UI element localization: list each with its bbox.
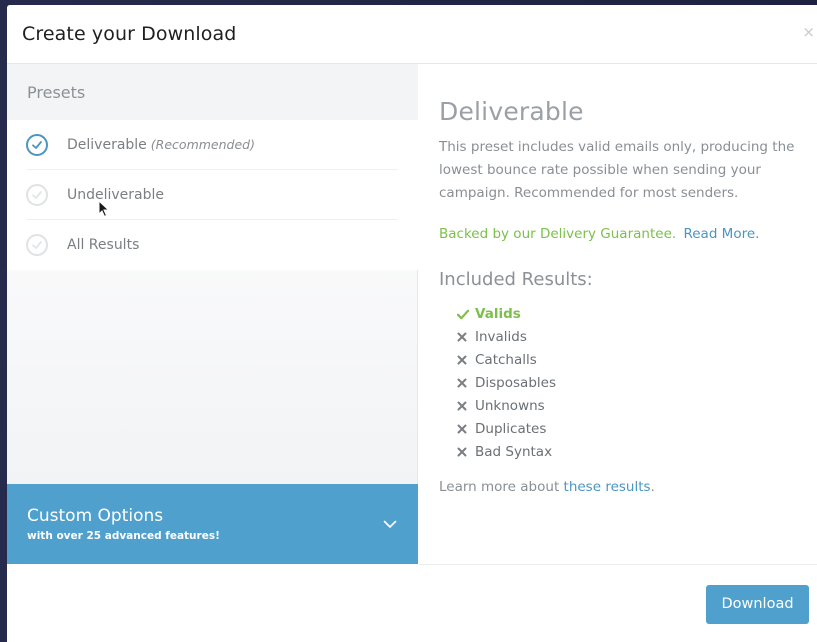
- result-label: Catchalls: [475, 352, 537, 368]
- these-results-link[interactable]: these results: [564, 479, 651, 495]
- close-icon[interactable]: ×: [802, 23, 815, 41]
- result-label: Duplicates: [475, 421, 547, 437]
- left-footer: [7, 564, 418, 642]
- x-icon: [457, 447, 467, 457]
- delivery-guarantee: Backed by our Delivery Guarantee. Read M…: [439, 226, 759, 242]
- result-label: Invalids: [475, 329, 527, 345]
- preset-label-text: All Results: [67, 237, 140, 253]
- preset-list: Deliverable(Recommended) Undeliverable: [7, 120, 418, 270]
- create-download-modal: Create your Download × Presets Deliverab…: [7, 5, 817, 642]
- learn-more-suffix: .: [650, 479, 655, 495]
- custom-options-subtitle: with over 25 advanced features!: [27, 530, 220, 542]
- presets-title: Presets: [27, 83, 86, 102]
- x-icon: [457, 378, 467, 388]
- x-icon: [457, 401, 467, 411]
- download-button[interactable]: Download: [706, 585, 809, 624]
- check-icon: [457, 309, 469, 320]
- result-item-valids: Valids: [457, 304, 757, 327]
- preset-label-text: Undeliverable: [67, 187, 165, 203]
- learn-more-text: Learn more about these results.: [439, 479, 655, 495]
- modal-title: Create your Download: [22, 23, 237, 45]
- custom-options-title: Custom Options: [27, 506, 164, 526]
- presets-panel: Presets Deliverable (Recommended) Undeli…: [7, 64, 418, 484]
- custom-options-toggle[interactable]: Custom Options with over 25 advanced fea…: [7, 484, 418, 564]
- result-item-disposables: Disposables: [457, 373, 757, 396]
- result-label: Unknowns: [475, 398, 545, 414]
- presets-header: Presets: [7, 64, 418, 120]
- result-item-duplicates: Duplicates: [457, 419, 757, 442]
- preset-label: All Results: [67, 237, 139, 253]
- modal-header: Create your Download ×: [7, 5, 817, 64]
- preset-label: Undeliverable: [67, 187, 164, 203]
- x-icon: [457, 424, 467, 434]
- preset-item-deliverable[interactable]: Deliverable (Recommended): [7, 120, 418, 170]
- x-icon: [457, 332, 467, 342]
- result-item-invalids: Invalids: [457, 327, 757, 350]
- chevron-down-icon: [383, 520, 397, 528]
- detail-description: This preset includes valid emails only, …: [439, 139, 795, 201]
- preset-item-undeliverable[interactable]: Undeliverable: [7, 170, 418, 220]
- modal-footer: Download: [419, 564, 817, 642]
- result-item-bad-syntax: Bad Syntax: [457, 442, 757, 465]
- result-item-catchalls: Catchalls: [457, 350, 757, 373]
- check-circle-icon: [26, 184, 48, 206]
- check-circle-icon: [26, 134, 48, 156]
- recommended-note: (Recommended): [150, 137, 255, 152]
- result-label: Bad Syntax: [475, 444, 553, 460]
- result-item-unknowns: Unknowns: [457, 396, 757, 419]
- check-circle-icon: [26, 234, 48, 256]
- result-label: Disposables: [475, 375, 556, 391]
- included-results-heading: Included Results:: [439, 269, 593, 290]
- read-more-link[interactable]: Read More.: [683, 226, 759, 242]
- learn-more-prefix: Learn more about: [439, 479, 560, 495]
- detail-title: Deliverable: [439, 97, 584, 126]
- preset-detail-panel: Deliverable This preset includes valid e…: [419, 64, 817, 564]
- preset-label-text: Deliverable: [67, 137, 147, 153]
- preset-item-all-results[interactable]: All Results: [7, 220, 418, 270]
- x-icon: [457, 355, 467, 365]
- preset-label: Deliverable (Recommended): [67, 137, 255, 153]
- result-label: Valids: [475, 306, 521, 322]
- guarantee-text: Backed by our Delivery Guarantee.: [439, 226, 677, 242]
